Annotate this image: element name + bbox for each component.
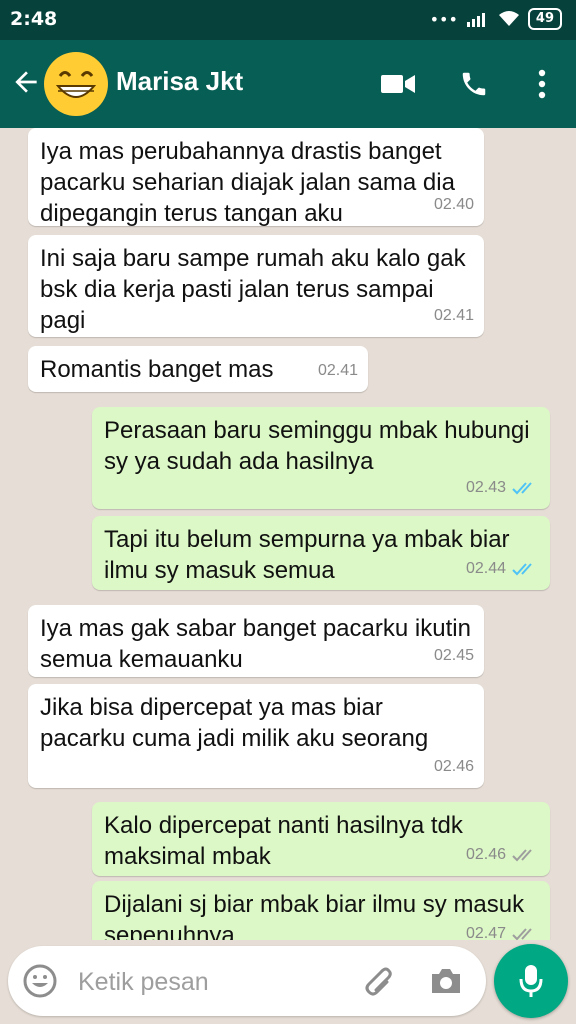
grin-emoji-icon	[46, 54, 106, 114]
camera-icon[interactable]	[428, 963, 464, 999]
message-time: 02.44	[465, 560, 506, 577]
message-bubble-incoming[interactable]: Iya mas gak sabar banget pacarku ikutin …	[28, 605, 484, 677]
status-bar: 2:48 ••• 49	[0, 0, 576, 40]
phone-icon[interactable]	[454, 64, 494, 104]
message-text: Romantis banget mas	[40, 356, 274, 383]
message-text: Iya mas gak sabar banget pacarku ikutin …	[40, 615, 471, 673]
message-time: 02.46	[433, 758, 474, 775]
read-ticks-icon	[512, 481, 532, 494]
mic-button[interactable]	[494, 944, 568, 1018]
message-text: Ini saja baru sampe rumah aku kalo gak b…	[40, 245, 466, 334]
message-bubble-outgoing[interactable]: Kalo dipercepat nanti hasilnya tdk maksi…	[92, 802, 550, 876]
delivered-ticks-icon	[512, 927, 532, 940]
wifi-icon	[498, 11, 519, 26]
message-text: Jika bisa dipercepat ya mas biar pacarku…	[40, 694, 429, 752]
message-time: 02.47	[465, 925, 506, 940]
more-vert-icon[interactable]	[522, 64, 562, 104]
signal-icon	[466, 13, 485, 27]
avatar[interactable]	[44, 52, 108, 116]
message-input[interactable]: Ketik pesan	[8, 946, 486, 1016]
message-text: Iya mas perubahannya drastis banget paca…	[40, 138, 455, 227]
composer-bar: Ketik pesan	[0, 940, 576, 1024]
back-arrow-icon[interactable]	[10, 66, 42, 98]
message-bubble-outgoing[interactable]: Perasaan baru seminggu mbak hubungi sy y…	[92, 407, 550, 509]
message-time: 02.41	[317, 362, 358, 379]
message-bubble-incoming[interactable]: Iya mas perubahannya drastis banget paca…	[28, 128, 484, 227]
message-time: 02.46	[465, 846, 506, 863]
message-bubble-outgoing[interactable]: Dijalani sj biar mbak biar ilmu sy masuk…	[92, 881, 550, 940]
read-ticks-icon	[512, 562, 532, 575]
message-time: 02.45	[433, 647, 474, 664]
chat-area[interactable]: Iya mas perubahannya drastis banget paca…	[0, 128, 576, 940]
status-time: 2:48	[10, 8, 58, 30]
message-bubble-incoming[interactable]: Jika bisa dipercepat ya mas biar pacarku…	[28, 684, 484, 788]
message-bubble-incoming[interactable]: Ini saja baru sampe rumah aku kalo gak b…	[28, 235, 484, 337]
message-text: Perasaan baru seminggu mbak hubungi sy y…	[104, 417, 530, 475]
contact-name[interactable]: Marisa Jkt	[116, 66, 243, 97]
video-call-icon[interactable]	[378, 64, 418, 104]
message-bubble-incoming[interactable]: Romantis banget mas 02.41	[28, 346, 368, 392]
attach-icon[interactable]	[358, 963, 394, 999]
delivered-ticks-icon	[512, 848, 532, 861]
emoji-icon[interactable]	[22, 963, 58, 999]
mic-icon	[519, 965, 543, 997]
dots-icon: •••	[429, 9, 458, 29]
message-bubble-outgoing[interactable]: Tapi itu belum sempurna ya mbak biar ilm…	[92, 516, 550, 590]
message-time: 02.41	[433, 307, 474, 324]
status-icons: ••• 49	[430, 8, 562, 30]
message-time: 02.43	[465, 479, 506, 496]
message-input-placeholder: Ketik pesan	[78, 968, 209, 996]
battery-indicator: 49	[527, 8, 562, 30]
message-time: 02.40	[433, 196, 474, 213]
chat-header: Marisa Jkt	[0, 40, 576, 128]
